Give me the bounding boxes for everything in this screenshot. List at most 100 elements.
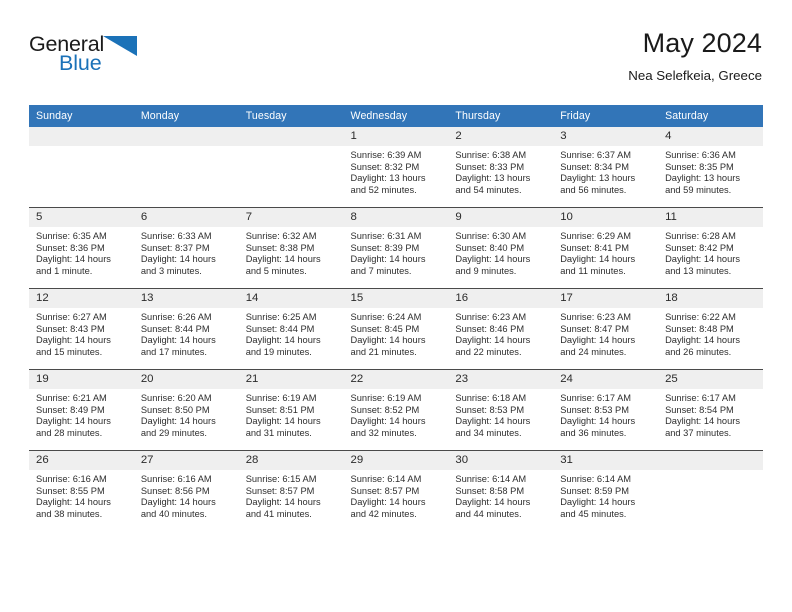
- sunset-text: Sunset: 8:47 PM: [560, 323, 629, 334]
- sunrise-text: Sunrise: 6:20 AM: [140, 393, 212, 403]
- daylight-text-line1: Daylight: 14 hours: [560, 335, 636, 346]
- calendar-day-cell[interactable]: 11 Sunrise: 6:28 AM Sunset: 8:42 PM Dayligh…: [658, 207, 763, 289]
- daylight-text-line1: Daylight: 14 hours: [560, 416, 636, 427]
- day-details: Sunrise: 6:17 AM Sunset: 8:54 PM Daylight:…: [658, 389, 763, 439]
- daylight-text-line2: and 7 minutes.: [350, 265, 412, 276]
- weekday-header-sunday: Sunday: [29, 105, 134, 127]
- calendar-day-cell[interactable]: 24 Sunrise: 6:17 AM Sunset: 8:53 PM Dayligh…: [553, 369, 659, 451]
- calendar-day-cell[interactable]: 31 Sunrise: 6:14 AM Sunset: 8:59 PM Dayligh…: [553, 450, 659, 531]
- day-details: Sunrise: 6:20 AM Sunset: 8:50 PM Daylight:…: [134, 389, 239, 439]
- daylight-text-line2: and 45 minutes.: [560, 508, 627, 519]
- day-details: Sunrise: 6:24 AM Sunset: 8:45 PM Daylight:…: [344, 308, 449, 358]
- calendar-body: 1 Sunrise: 6:39 AM Sunset: 8:32 PM Daylight…: [29, 127, 763, 531]
- daylight-text-line2: and 24 minutes.: [560, 346, 627, 357]
- calendar-day-cell[interactable]: 29 Sunrise: 6:14 AM Sunset: 8:57 PM Dayligh…: [343, 450, 449, 531]
- day-details: Sunrise: 6:28 AM Sunset: 8:42 PM Daylight:…: [658, 227, 763, 277]
- sunrise-text: Sunrise: 6:30 AM: [455, 231, 527, 241]
- brand-logo[interactable]: General Blue: [29, 33, 229, 90]
- calendar-day-cell[interactable]: 10 Sunrise: 6:29 AM Sunset: 8:41 PM Dayligh…: [553, 207, 659, 289]
- calendar-day-cell-empty: [133, 127, 239, 208]
- day-number: 23: [448, 370, 554, 389]
- day-number: 16: [448, 289, 554, 308]
- title-block: May 2024 Nea Selefkeia, Greece: [628, 28, 762, 83]
- sunrise-text: Sunrise: 6:32 AM: [245, 231, 317, 241]
- day-details: Sunrise: 6:31 AM Sunset: 8:39 PM Daylight:…: [344, 227, 449, 277]
- day-details: Sunrise: 6:14 AM Sunset: 8:58 PM Daylight:…: [448, 470, 553, 520]
- calendar-week-row: 1 Sunrise: 6:39 AM Sunset: 8:32 PM Daylight…: [29, 127, 763, 208]
- day-number: 13: [133, 289, 239, 308]
- day-number: [238, 127, 344, 146]
- weekday-header-monday: Monday: [133, 105, 239, 127]
- sunrise-text: Sunrise: 6:38 AM: [455, 150, 527, 160]
- day-number: 18: [658, 289, 763, 308]
- sunrise-text: Sunrise: 6:36 AM: [665, 150, 736, 160]
- calendar-day-cell[interactable]: 14 Sunrise: 6:25 AM Sunset: 8:44 PM Dayligh…: [238, 288, 344, 370]
- daylight-text-line1: Daylight: 14 hours: [560, 497, 636, 508]
- sunrise-text: Sunrise: 6:28 AM: [665, 231, 736, 241]
- calendar-day-cell[interactable]: 19 Sunrise: 6:21 AM Sunset: 8:49 PM Dayligh…: [29, 369, 134, 451]
- calendar-week-row: 26 Sunrise: 6:16 AM Sunset: 8:55 PM Dayligh…: [29, 450, 763, 531]
- calendar-day-cell[interactable]: 13 Sunrise: 6:26 AM Sunset: 8:44 PM Dayligh…: [133, 288, 239, 370]
- sunset-text: Sunset: 8:36 PM: [36, 242, 105, 253]
- daylight-text-line1: Daylight: 14 hours: [350, 416, 426, 427]
- day-number: 8: [343, 208, 449, 227]
- calendar-day-cell[interactable]: 21 Sunrise: 6:19 AM Sunset: 8:51 PM Dayligh…: [238, 369, 344, 451]
- calendar-day-cell[interactable]: 26 Sunrise: 6:16 AM Sunset: 8:55 PM Dayligh…: [29, 450, 134, 531]
- daylight-text-line2: and 15 minutes.: [36, 346, 103, 357]
- daylight-text-line1: Daylight: 14 hours: [350, 254, 426, 265]
- daylight-text-line1: Daylight: 14 hours: [245, 335, 321, 346]
- day-number: 10: [553, 208, 659, 227]
- calendar-day-cell[interactable]: 20 Sunrise: 6:20 AM Sunset: 8:50 PM Dayligh…: [133, 369, 239, 451]
- sunset-text: Sunset: 8:56 PM: [140, 485, 210, 496]
- calendar-day-cell[interactable]: 2 Sunrise: 6:38 AM Sunset: 8:33 PM Daylight…: [448, 127, 554, 208]
- sunrise-text: Sunrise: 6:29 AM: [560, 231, 632, 241]
- calendar-day-cell[interactable]: 23 Sunrise: 6:18 AM Sunset: 8:53 PM Dayligh…: [448, 369, 554, 451]
- calendar-day-cell[interactable]: 6 Sunrise: 6:33 AM Sunset: 8:37 PM Daylight…: [133, 207, 239, 289]
- daylight-text-line2: and 17 minutes.: [140, 346, 207, 357]
- calendar-day-cell[interactable]: 8 Sunrise: 6:31 AM Sunset: 8:39 PM Daylight…: [343, 207, 449, 289]
- sunrise-text: Sunrise: 6:16 AM: [36, 474, 107, 484]
- calendar-day-cell[interactable]: 16 Sunrise: 6:23 AM Sunset: 8:46 PM Dayligh…: [448, 288, 554, 370]
- sunrise-text: Sunrise: 6:14 AM: [560, 474, 632, 484]
- calendar-day-cell[interactable]: 9 Sunrise: 6:30 AM Sunset: 8:40 PM Daylight…: [448, 207, 554, 289]
- calendar-day-cell[interactable]: 1 Sunrise: 6:39 AM Sunset: 8:32 PM Daylight…: [343, 127, 449, 208]
- day-number: 2: [448, 127, 554, 146]
- calendar-day-cell[interactable]: 25 Sunrise: 6:17 AM Sunset: 8:54 PM Dayligh…: [658, 369, 763, 451]
- calendar-day-cell-empty: [29, 127, 134, 208]
- sunrise-text: Sunrise: 6:17 AM: [560, 393, 632, 403]
- calendar-day-cell[interactable]: 28 Sunrise: 6:15 AM Sunset: 8:57 PM Dayligh…: [238, 450, 344, 531]
- calendar-day-cell[interactable]: 30 Sunrise: 6:14 AM Sunset: 8:58 PM Dayligh…: [448, 450, 554, 531]
- calendar-day-cell[interactable]: 5 Sunrise: 6:35 AM Sunset: 8:36 PM Daylight…: [29, 207, 134, 289]
- day-details: Sunrise: 6:30 AM Sunset: 8:40 PM Daylight:…: [448, 227, 553, 277]
- calendar-day-cell[interactable]: 4 Sunrise: 6:36 AM Sunset: 8:35 PM Daylight…: [658, 127, 763, 208]
- calendar-day-cell[interactable]: 7 Sunrise: 6:32 AM Sunset: 8:38 PM Daylight…: [238, 207, 344, 289]
- sunrise-text: Sunrise: 6:35 AM: [36, 231, 107, 241]
- sunset-text: Sunset: 8:57 PM: [245, 485, 315, 496]
- calendar-day-cell[interactable]: 27 Sunrise: 6:16 AM Sunset: 8:56 PM Dayligh…: [133, 450, 239, 531]
- daylight-text-line2: and 29 minutes.: [140, 427, 207, 438]
- sunrise-text: Sunrise: 6:22 AM: [665, 312, 736, 322]
- calendar-week-row: 5 Sunrise: 6:35 AM Sunset: 8:36 PM Daylight…: [29, 207, 763, 289]
- calendar-day-cell[interactable]: 15 Sunrise: 6:24 AM Sunset: 8:45 PM Dayligh…: [343, 288, 449, 370]
- sunrise-text: Sunrise: 6:24 AM: [350, 312, 422, 322]
- calendar-day-cell[interactable]: 3 Sunrise: 6:37 AM Sunset: 8:34 PM Daylight…: [553, 127, 659, 208]
- daylight-text-line2: and 5 minutes.: [245, 265, 307, 276]
- sunset-text: Sunset: 8:44 PM: [140, 323, 210, 334]
- calendar-day-cell[interactable]: 18 Sunrise: 6:22 AM Sunset: 8:48 PM Dayligh…: [658, 288, 763, 370]
- day-number: 26: [29, 451, 134, 470]
- sunset-text: Sunset: 8:37 PM: [140, 242, 210, 253]
- daylight-text-line2: and 42 minutes.: [350, 508, 417, 519]
- calendar-day-cell-empty: [658, 450, 763, 531]
- daylight-text-line2: and 13 minutes.: [665, 265, 732, 276]
- daylight-text-line2: and 36 minutes.: [560, 427, 627, 438]
- calendar-day-cell[interactable]: 22 Sunrise: 6:19 AM Sunset: 8:52 PM Dayligh…: [343, 369, 449, 451]
- calendar-day-cell[interactable]: 17 Sunrise: 6:23 AM Sunset: 8:47 PM Dayligh…: [553, 288, 659, 370]
- day-details: Sunrise: 6:23 AM Sunset: 8:47 PM Daylight:…: [553, 308, 658, 358]
- daylight-text-line2: and 56 minutes.: [560, 184, 627, 195]
- sunset-text: Sunset: 8:45 PM: [350, 323, 420, 334]
- daylight-text-line1: Daylight: 14 hours: [455, 497, 531, 508]
- daylight-text-line2: and 41 minutes.: [245, 508, 312, 519]
- calendar-day-cell[interactable]: 12 Sunrise: 6:27 AM Sunset: 8:43 PM Dayligh…: [29, 288, 134, 370]
- day-number: 31: [553, 451, 659, 470]
- weekday-header-wednesday: Wednesday: [343, 105, 449, 127]
